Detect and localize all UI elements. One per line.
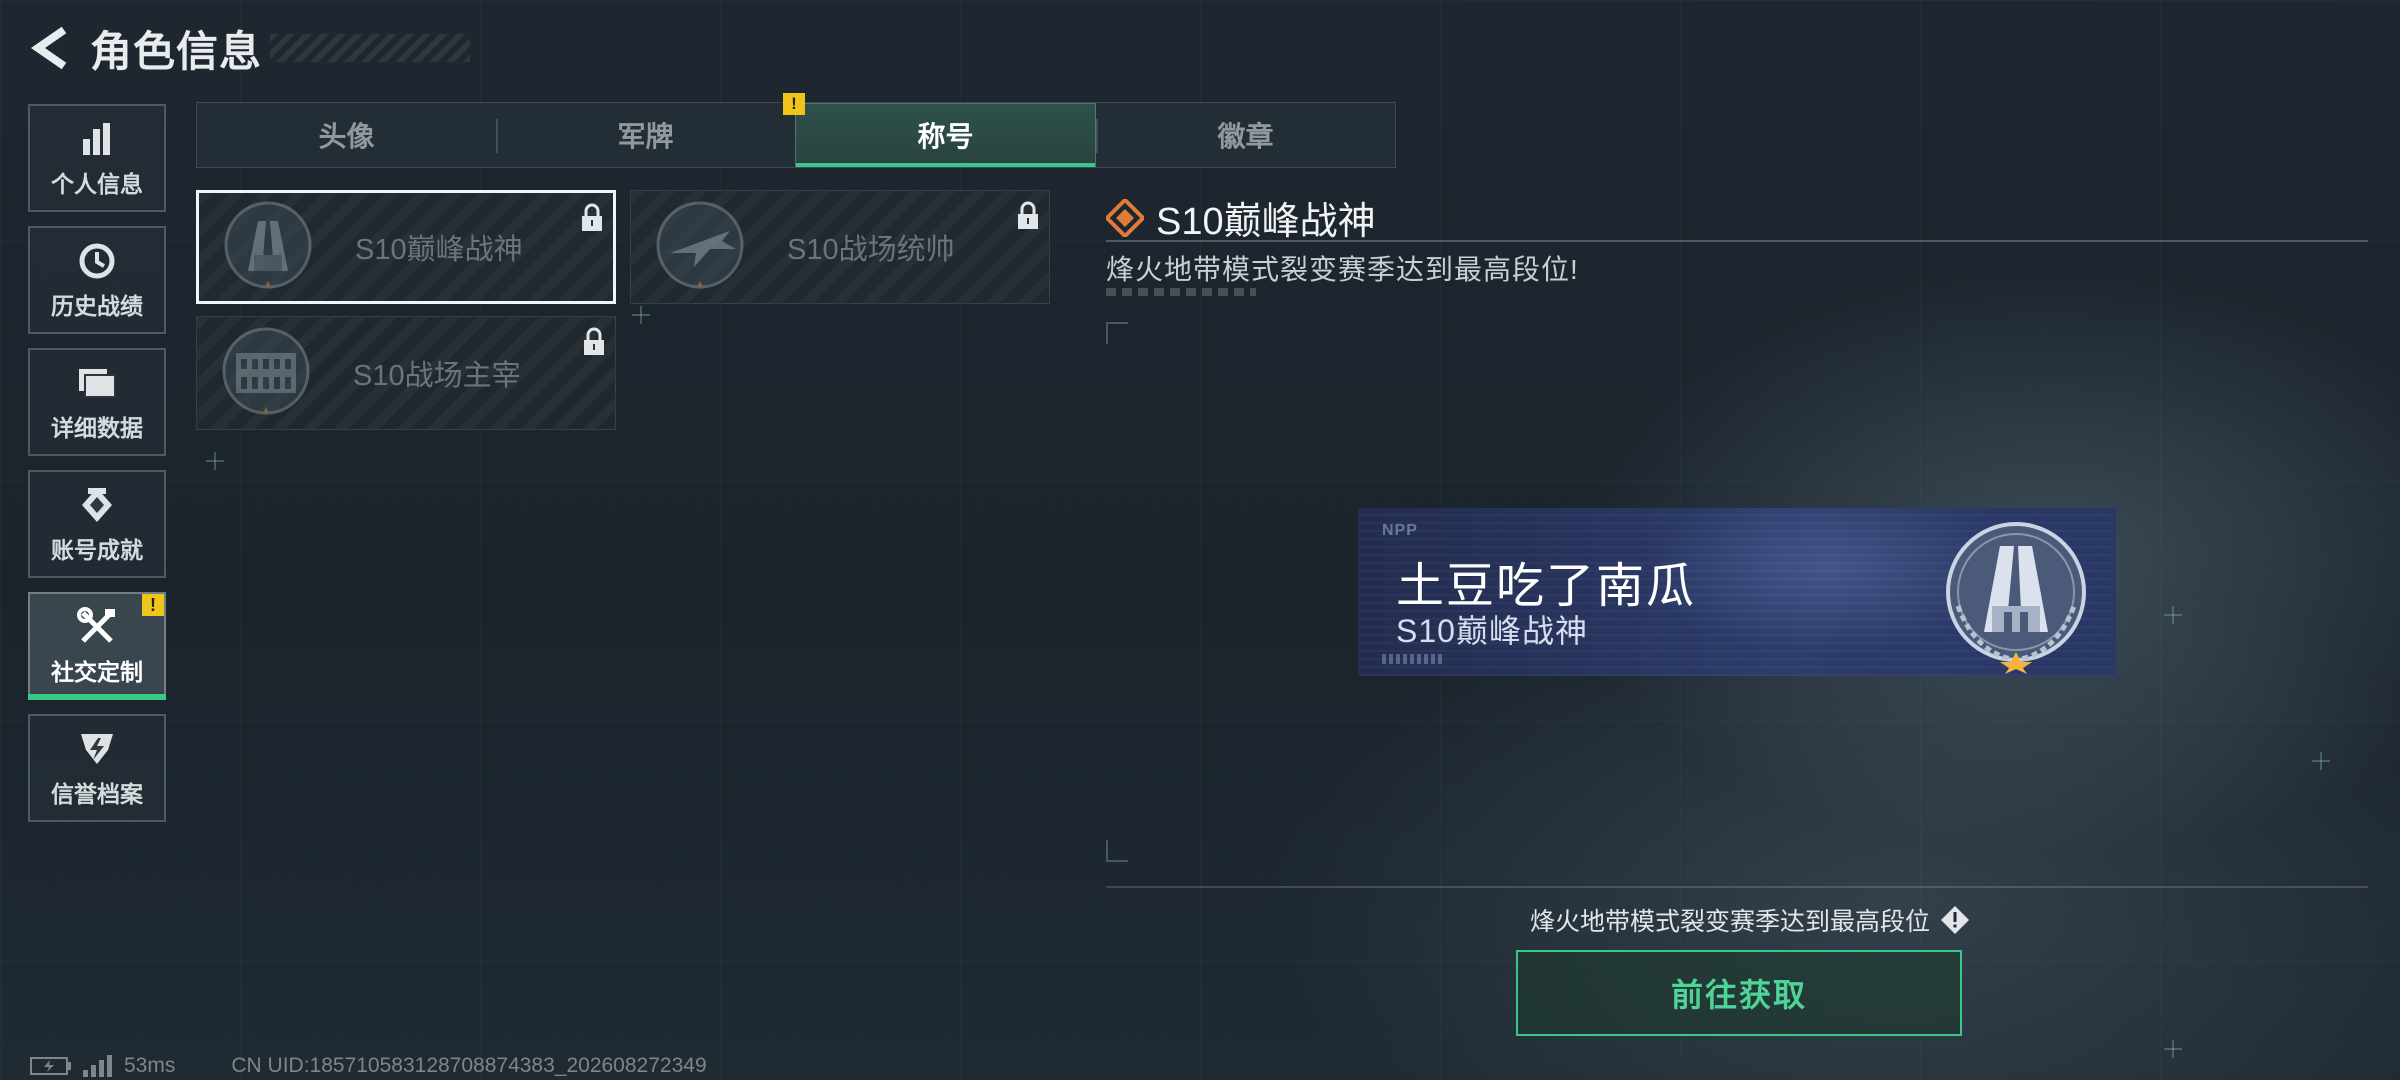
detail-decoration xyxy=(1106,288,1256,296)
page-title: 角色信息 xyxy=(90,27,263,75)
sidebar-item-label: 社交定制 xyxy=(51,659,143,685)
nameplate-preview: NPP 土豆吃了南瓜 S10巅峰战神 xyxy=(1358,508,2116,676)
signal-icon xyxy=(82,1055,112,1077)
title-decoration xyxy=(270,34,471,62)
sidebar-item-reputation[interactable]: 信誉档案 xyxy=(28,714,166,822)
info-diamond-icon[interactable] xyxy=(1940,905,1970,935)
title-card[interactable]: S10战场主宰 xyxy=(196,316,616,430)
detail-title: S10巅峰战神 xyxy=(1156,201,1376,243)
banner-decoration xyxy=(1382,654,1442,664)
sidebar-item-label: 详细数据 xyxy=(51,415,143,441)
tower-emblem-icon xyxy=(215,194,321,300)
ping-value: 53ms xyxy=(124,1054,176,1077)
header: 角色信息 xyxy=(28,22,471,75)
sidebar-item-label: 历史战绩 xyxy=(51,293,143,319)
tab-title[interactable]: 称号 xyxy=(795,103,1096,167)
detail-description: 烽火地带模式裂变赛季达到最高段位! xyxy=(1106,254,1579,285)
sidebar-item-history[interactable]: 历史战绩 xyxy=(28,226,166,334)
banner-tag: NPP xyxy=(1382,522,1418,539)
title-card[interactable]: S10巅峰战神 xyxy=(196,190,616,304)
title-card[interactable]: S10战场统帅 xyxy=(630,190,1050,304)
sidebar: 个人信息 历史战绩 详细数据 账号成就 ! 社交定制 信誉档案 xyxy=(28,104,166,836)
diamond-icon xyxy=(1104,196,1146,239)
status-bar: 53ms CN UID:18571058312870887438​3_20260… xyxy=(30,1054,707,1078)
divider xyxy=(1106,240,2368,242)
decor-cross xyxy=(632,306,650,324)
reputation-shield-icon xyxy=(75,727,119,771)
tab-dog-tag[interactable]: 军牌 ! xyxy=(496,93,805,167)
tab-badge-collection[interactable]: 徽章 xyxy=(1096,103,1395,167)
sidebar-item-label: 信誉档案 xyxy=(51,781,143,807)
tab-avatar[interactable]: 头像 xyxy=(197,103,496,167)
sidebar-item-achievements[interactable]: 账号成就 xyxy=(28,470,166,578)
acquire-button[interactable]: 前往获取 xyxy=(1516,950,1962,1036)
bar-chart-icon xyxy=(75,117,119,161)
decor-cross xyxy=(2164,1040,2182,1058)
decor-cross xyxy=(2312,752,2330,770)
decor-cross xyxy=(2164,606,2182,624)
acquire-condition: 烽火地带模式裂变赛季达到最高段位 xyxy=(1530,902,1970,938)
tools-icon xyxy=(75,605,119,649)
acquire-note-text: 烽火地带模式裂变赛季达到最高段位 xyxy=(1530,908,1931,936)
frame-corner xyxy=(1106,322,1128,344)
sidebar-item-details[interactable]: 详细数据 xyxy=(28,348,166,456)
divider xyxy=(1106,886,2368,888)
lock-icon xyxy=(581,327,607,357)
sidebar-item-personal-info[interactable]: 个人信息 xyxy=(28,104,166,212)
decor-cross xyxy=(206,452,224,470)
detail-header: S10巅峰战神 xyxy=(1104,190,1376,245)
achievement-icon xyxy=(75,483,119,527)
sidebar-item-label: 账号成就 xyxy=(51,537,143,563)
banner-title: S10巅峰战神 xyxy=(1396,613,1588,649)
title-label: S10战场统帅 xyxy=(787,234,955,266)
alert-badge: ! xyxy=(783,93,805,115)
frame-corner xyxy=(1106,840,1128,862)
alert-badge: ! xyxy=(142,594,164,616)
sidebar-item-social-custom[interactable]: ! 社交定制 xyxy=(28,592,166,700)
tower-emblem-icon xyxy=(1936,514,2096,674)
sidebar-item-label: 个人信息 xyxy=(51,171,143,197)
title-label: S10巅峰战神 xyxy=(355,234,523,266)
lock-icon xyxy=(579,203,605,233)
battery-icon xyxy=(30,1057,72,1075)
tab-label: 军牌 xyxy=(617,121,674,152)
colosseum-emblem-icon xyxy=(213,320,319,426)
aircraft-emblem-icon xyxy=(647,194,753,300)
clock-icon xyxy=(75,239,119,283)
lock-icon xyxy=(1015,201,1041,231)
title-label: S10战场主宰 xyxy=(353,360,521,392)
folder-icon xyxy=(75,361,119,405)
tab-bar: 头像 军牌 ! 称号 徽章 xyxy=(196,93,1396,168)
back-arrow-icon[interactable] xyxy=(28,24,72,72)
uid-text: CN UID:18571058312870887438​3_2026082723… xyxy=(231,1054,707,1077)
